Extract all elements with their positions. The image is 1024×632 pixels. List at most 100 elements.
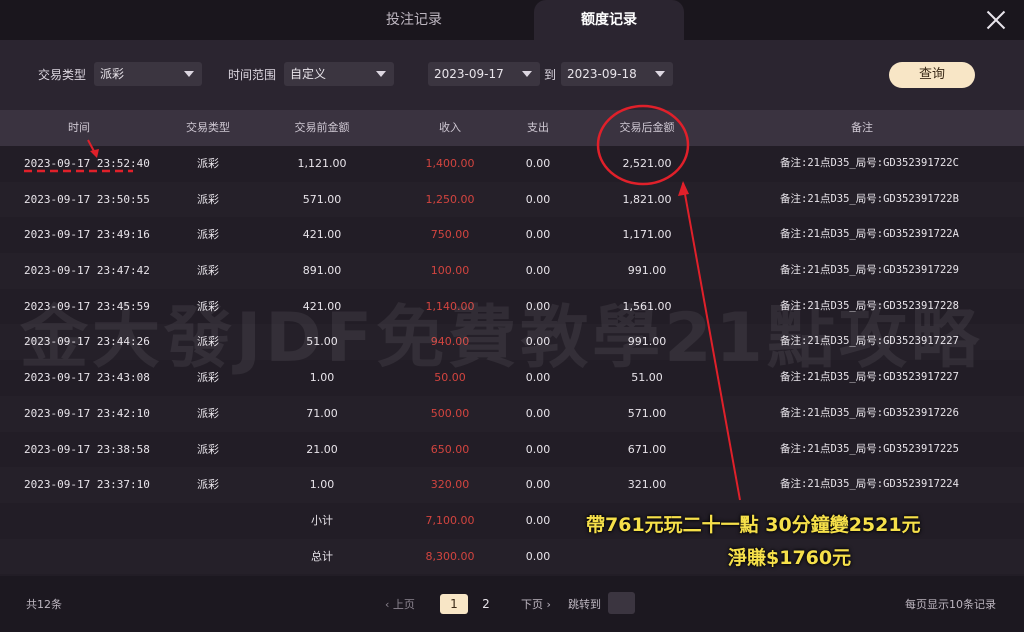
cell-note: 备注:21点D35_局号:GD352391722B [780, 192, 959, 205]
cell-type: 派彩 [197, 192, 219, 206]
next-page-button[interactable]: 下页 › [521, 596, 551, 612]
grandtotal-label: 总计 [311, 549, 333, 563]
table-row: 2023-09-17 23:38:58 派彩 21.00 650.00 0.00 671.… [0, 432, 1024, 468]
cell-note: 备注:21点D35_局号:GD352391722A [780, 228, 959, 241]
chevron-down-icon [522, 71, 532, 77]
table-row: 2023-09-17 23:37:10 派彩 1.00 320.00 0.00 321.0… [0, 467, 1024, 503]
time-range-select[interactable]: 自定义 [284, 62, 394, 86]
cell-after: 991.00 [627, 335, 667, 349]
grandtotal-expense: 0.00 [525, 549, 551, 563]
chevron-down-icon [184, 71, 194, 77]
cell-before: 1.00 [309, 371, 335, 385]
cell-before: 1,121.00 [297, 157, 347, 170]
cell-note: 备注:21点D35_局号:GD3523917224 [780, 478, 959, 491]
cell-expense: 0.00 [525, 406, 551, 420]
chevron-down-icon [655, 71, 665, 77]
date-to-select[interactable]: 2023-09-18 [561, 62, 673, 86]
cell-type: 派彩 [197, 442, 219, 456]
date-from-select[interactable]: 2023-09-17 [428, 62, 540, 86]
cell-income: 1,400.00 [425, 157, 475, 170]
transaction-type-select[interactable]: 派彩 [94, 62, 202, 86]
cell-time: 2023-09-17 23:50:55 [24, 192, 150, 206]
column-header-note: 备注 [851, 121, 873, 134]
per-page-text: 每页显示10条记录 [905, 598, 996, 611]
cell-income: 320.00 [430, 478, 470, 492]
tab-bet-records[interactable]: 投注记录 [334, 0, 494, 40]
cell-before: 571.00 [302, 192, 342, 206]
cell-time: 2023-09-17 23:45:59 [24, 299, 150, 313]
cell-before: 1.00 [309, 478, 335, 492]
cell-note: 备注:21点D35_局号:GD3523917226 [780, 406, 959, 419]
cell-note: 备注:21点D35_局号:GD3523917228 [780, 299, 959, 312]
cell-before: 71.00 [306, 406, 338, 420]
query-button[interactable]: 查询 [889, 62, 975, 88]
cell-before: 51.00 [306, 335, 338, 349]
table-row: 2023-09-17 23:52:40 派彩 1,121.00 1,400.00 0.0… [0, 146, 1024, 182]
cell-expense: 0.00 [525, 371, 551, 385]
cell-type: 派彩 [197, 228, 219, 242]
cell-after: 1,561.00 [622, 299, 672, 313]
cell-time: 2023-09-17 23:52:40 [24, 157, 150, 170]
cell-time: 2023-09-17 23:49:16 [24, 228, 150, 242]
cell-expense: 0.00 [525, 442, 551, 456]
cell-income: 1,140.00 [425, 299, 475, 313]
cell-income: 650.00 [430, 442, 470, 456]
subtotal-expense: 0.00 [525, 513, 551, 527]
cell-before: 421.00 [302, 228, 342, 242]
column-header-before: 交易前金额 [294, 121, 350, 134]
cell-after: 991.00 [627, 264, 667, 278]
cell-expense: 0.00 [525, 299, 551, 313]
date-to-label: 到 [544, 68, 557, 82]
filter-bar: 交易类型 派彩 时间范围 自定义 2023-09-17 到 2023-09-18… [0, 40, 1024, 110]
cell-type: 派彩 [197, 157, 219, 170]
cell-after: 2,521.00 [622, 157, 672, 170]
cell-note: 备注:21点D35_局号:GD3523917227 [780, 371, 959, 384]
table-row: 2023-09-17 23:44:26 派彩 51.00 940.00 0.00 991.… [0, 324, 1024, 361]
table-row: 2023-09-17 23:42:10 派彩 71.00 500.00 0.00 571.… [0, 395, 1024, 432]
tab-credit-records[interactable]: 额度记录 [534, 0, 684, 40]
cell-type: 派彩 [197, 406, 219, 420]
time-range-value: 自定义 [290, 67, 327, 81]
grandtotal-row: 总计 8,300.00 0.00 [0, 538, 1024, 575]
table-row: 2023-09-17 23:50:55 派彩 571.00 1,250.00 0.00 1… [0, 181, 1024, 218]
cell-income: 750.00 [430, 228, 470, 242]
table-header: 时间 交易类型 交易前金额 收入 支出 交易后金额 备注 [0, 110, 1024, 146]
cell-time: 2023-09-17 23:37:10 [24, 478, 150, 492]
column-header-time: 时间 [68, 121, 90, 134]
cell-after: 671.00 [627, 442, 667, 456]
cell-before: 21.00 [306, 442, 338, 456]
table-row: 2023-09-17 23:45:59 派彩 421.00 1,140.00 0.00 1… [0, 289, 1024, 325]
cell-before: 891.00 [302, 264, 342, 278]
subtotal-label: 小计 [311, 513, 333, 527]
column-header-income: 收入 [439, 121, 461, 134]
page-button-2[interactable]: 2 [472, 594, 500, 614]
cell-expense: 0.00 [525, 157, 551, 170]
close-icon[interactable] [982, 6, 1010, 34]
prev-page-button[interactable]: ‹ 上页 [385, 596, 415, 612]
column-header-type: 交易类型 [186, 121, 230, 134]
cell-note: 备注:21点D35_局号:GD3523917225 [780, 442, 959, 455]
annotation-caption-1: 帶761元玩二十一點 30分鐘變2521元 [586, 514, 921, 536]
cell-income: 100.00 [430, 264, 470, 278]
table-row: 2023-09-17 23:43:08 派彩 1.00 50.00 0.00 51.00 备… [0, 360, 1024, 396]
subtotal-income: 7,100.00 [425, 513, 475, 527]
cell-expense: 0.00 [525, 264, 551, 278]
cell-income: 940.00 [430, 335, 470, 349]
cell-type: 派彩 [197, 335, 219, 349]
table-row: 2023-09-17 23:47:42 派彩 891.00 100.00 0.00 991… [0, 253, 1024, 289]
transaction-type-label: 交易类型 [38, 68, 87, 82]
jump-to-input[interactable] [608, 592, 635, 614]
cell-income: 500.00 [430, 406, 470, 420]
tab-bar: 投注记录 额度记录 [0, 0, 1024, 40]
column-header-expense: 支出 [527, 121, 549, 134]
cell-after: 1,821.00 [622, 192, 672, 206]
app-window: 投注记录 额度记录 交易类型 派彩 时间范围 自定义 2023-09-17 到 … [0, 0, 1024, 632]
time-range-label: 时间范围 [228, 68, 277, 82]
cell-note: 备注:21点D35_局号:GD3523917227 [780, 335, 959, 348]
cell-type: 派彩 [197, 299, 219, 313]
cell-after: 571.00 [627, 406, 667, 420]
cell-note: 备注:21点D35_局号:GD3523917229 [780, 264, 959, 277]
chevron-down-icon [376, 71, 386, 77]
cell-type: 派彩 [197, 264, 219, 278]
page-button-1[interactable]: 1 [440, 594, 468, 614]
